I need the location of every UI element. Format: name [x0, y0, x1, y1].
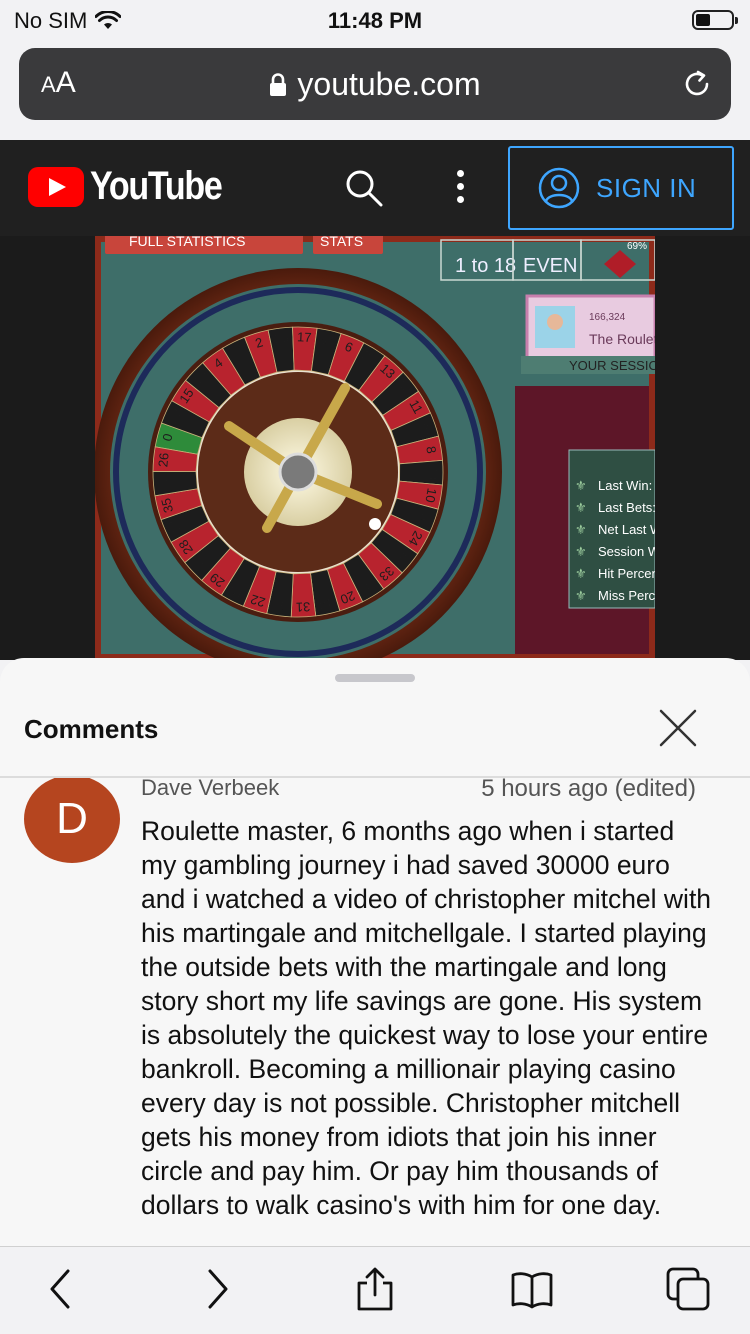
battery-icon [692, 10, 738, 30]
comment-author[interactable]: Dave Verbeek [141, 778, 279, 801]
wheel-number: 31 [296, 599, 311, 615]
full-statistics-tab: FULL STATISTICS [129, 236, 245, 249]
comment-text: Roulette master, 6 months ago when i sta… [141, 816, 712, 1220]
stats-list-item: Session W [598, 544, 655, 559]
sheet-grabber[interactable] [335, 674, 415, 682]
roulette-scene: FULL STATISTICS STATS 1 to 18 EVEN 69% 1… [95, 236, 655, 660]
more-options-icon[interactable] [448, 170, 472, 206]
stats-tab: STATS [320, 236, 363, 249]
comments-sheet: Comments D Dave Verbeek 5 hours ago (edi… [0, 658, 750, 1248]
url-text: youtube.com [297, 66, 481, 102]
browser-toolbar [0, 1246, 750, 1334]
fleur-icon: ⚜ [575, 522, 587, 537]
search-icon[interactable] [344, 168, 384, 208]
sign-in-button[interactable]: SIGN IN [508, 146, 734, 230]
youtube-wordmark: YouTube [90, 164, 223, 208]
back-icon[interactable] [40, 1267, 84, 1311]
forward-icon[interactable] [194, 1267, 238, 1311]
bet-1to18: 1 to 18 [455, 255, 516, 277]
status-time: 11:48 PM [327, 8, 423, 33]
sign-in-label: SIGN IN [596, 172, 697, 203]
percent-badge: 69% [627, 241, 647, 252]
session-count: 166,324 [589, 312, 626, 323]
status-bar: No SIM 11:48 PM [0, 0, 750, 40]
wheel-number: 3 [156, 479, 172, 487]
share-icon[interactable] [353, 1267, 397, 1311]
wheel-number: 26 [155, 452, 171, 468]
account-icon [538, 167, 580, 209]
bookmarks-icon[interactable] [510, 1267, 554, 1311]
video-frame: FULL STATISTICS STATS 1 to 18 EVEN 69% 1… [95, 236, 655, 660]
close-icon[interactable] [658, 708, 698, 748]
stats-list-item: Hit Percen [598, 566, 655, 581]
reload-icon[interactable] [681, 68, 713, 100]
stats-list-item: Last Win: [598, 478, 652, 493]
comment-item: D Dave Verbeek 5 hours ago (edited) Roul… [0, 778, 750, 1246]
wheel-number: 25 [273, 330, 289, 347]
url-field[interactable]: youtube.com [19, 66, 731, 103]
fleur-icon: ⚜ [575, 478, 587, 493]
stats-list-item: Net Last W [598, 522, 655, 537]
wheel-number: 10 [422, 487, 439, 504]
lock-icon [270, 72, 287, 96]
tabs-icon[interactable] [666, 1267, 710, 1311]
fleur-icon: ⚜ [575, 588, 587, 603]
fleur-icon: ⚜ [575, 500, 587, 515]
video-player[interactable]: FULL STATISTICS STATS 1 to 18 EVEN 69% 1… [0, 236, 750, 660]
fleur-icon: ⚜ [575, 544, 587, 559]
address-bar[interactable]: AA youtube.com [19, 48, 731, 120]
bet-even: EVEN [523, 255, 577, 277]
comment-timestamp: 5 hours ago (edited) [481, 778, 696, 802]
stats-list-item: Miss Perce [598, 588, 655, 603]
youtube-logo[interactable]: YouTube [28, 164, 245, 209]
wheel-number: 23 [426, 465, 441, 480]
wheel-number: 14 [317, 595, 334, 613]
player-name: The Roulett [589, 331, 655, 347]
session-label: YOUR SESSION [569, 358, 655, 373]
stats-list-item: Last Bets: [598, 500, 655, 515]
wheel-number: 17 [297, 329, 312, 345]
youtube-play-icon [28, 166, 84, 207]
comments-title: Comments [24, 714, 159, 744]
fleur-icon: ⚜ [575, 566, 587, 581]
avatar[interactable]: D [24, 778, 120, 863]
